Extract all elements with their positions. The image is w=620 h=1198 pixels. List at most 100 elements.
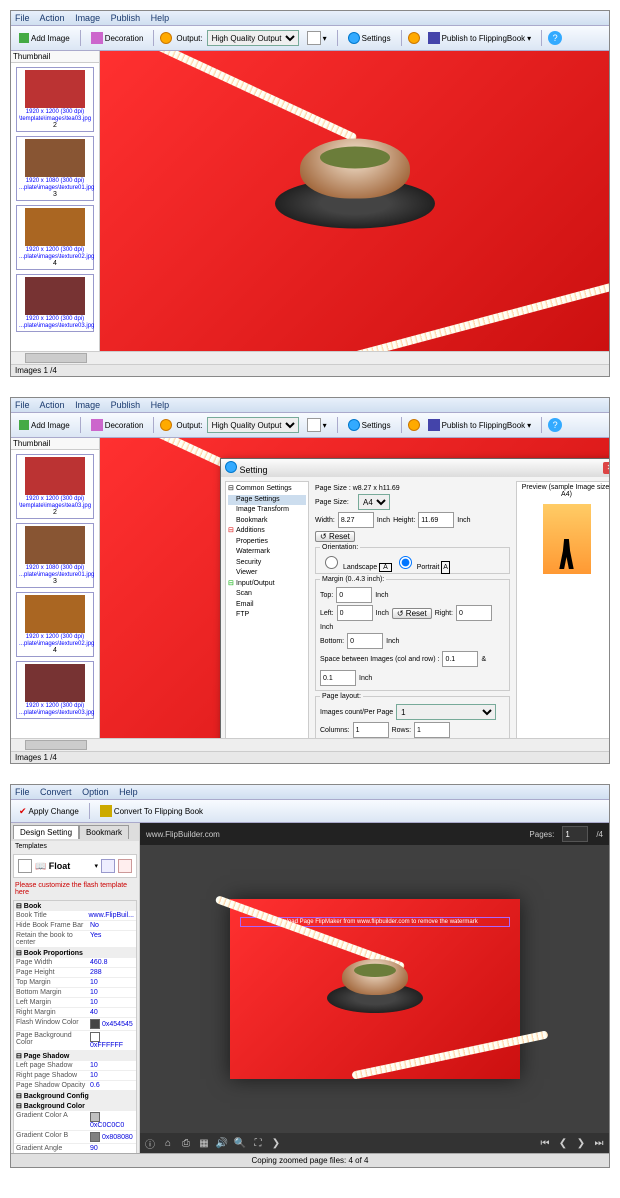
settings-tree[interactable]: ⊟Common Settings Page Settings Image Tra… [225, 481, 309, 738]
zoom-icon[interactable]: 🔍 [234, 1137, 246, 1149]
first-page-icon[interactable]: ⏮ [539, 1137, 551, 1149]
property-row[interactable]: Book Titlewww.FlipBuil... [14, 911, 136, 921]
margin-left-input[interactable] [337, 605, 373, 621]
info-icon[interactable]: ⓘ [144, 1137, 156, 1149]
add-image-button[interactable]: Add Image [15, 31, 74, 45]
help-icon[interactable]: ? [548, 418, 562, 432]
space-col-input[interactable] [442, 651, 478, 667]
width-input[interactable] [338, 512, 374, 528]
menu-action[interactable]: Action [40, 400, 65, 410]
reset-button[interactable]: ↺ Reset [315, 531, 355, 542]
property-value[interactable]: 10 [88, 1061, 136, 1070]
properties-grid[interactable]: ⊟ BookBook Titlewww.FlipBuil...Hide Book… [13, 900, 137, 1153]
menu-help[interactable]: Help [151, 400, 170, 410]
delete-icon[interactable] [118, 859, 132, 873]
sound-icon[interactable]: 🔊 [216, 1137, 228, 1149]
horizontal-scrollbar[interactable] [11, 738, 609, 751]
menu-publish[interactable]: Publish [111, 13, 141, 23]
property-row[interactable]: Page Height288 [14, 968, 136, 978]
thumbnail-item[interactable]: 1920 x 1200 (300 dpi)...plate\images\tex… [16, 661, 94, 719]
share-icon[interactable]: ❯ [270, 1137, 282, 1149]
property-row[interactable]: Bottom Margin10 [14, 988, 136, 998]
menu-publish[interactable]: Publish [111, 400, 141, 410]
thumbnail-item[interactable]: 1920 x 1200 (300 dpi)\template\images\te… [16, 67, 94, 132]
decoration-button[interactable]: Decoration [87, 30, 148, 46]
property-value[interactable]: 0.6 [88, 1081, 136, 1090]
menu-file[interactable]: File [15, 400, 30, 410]
portrait-radio[interactable]: Portrait A [394, 564, 450, 571]
settings-button[interactable]: Settings [344, 417, 395, 433]
reset-button[interactable]: ↺ Reset [392, 608, 432, 619]
property-row[interactable]: Left page Shadow10 [14, 1061, 136, 1071]
menu-image[interactable]: Image [75, 13, 100, 23]
property-row[interactable]: Page Width460.8 [14, 958, 136, 968]
height-input[interactable] [418, 512, 454, 528]
decoration-button[interactable]: Decoration [87, 417, 148, 433]
space-row-input[interactable] [320, 670, 356, 686]
thumbnail-item[interactable]: 1920 x 1080 (300 dpi)...plate\images\tex… [16, 523, 94, 588]
publish-button[interactable]: Publish to FlippingBook ▾ [424, 417, 536, 433]
property-value[interactable]: 288 [88, 968, 136, 977]
property-row[interactable]: Hide Book Frame BarNo [14, 921, 136, 931]
property-value[interactable]: 0x808080 [88, 1131, 136, 1143]
property-group[interactable]: ⊟ Background Config [14, 1091, 136, 1101]
property-group[interactable]: ⊟ Book [14, 901, 136, 911]
menu-file[interactable]: File [15, 13, 30, 23]
book-preview[interactable]: Download Page FlipMaker from www.flipbui… [140, 845, 609, 1133]
property-value[interactable]: No [88, 921, 136, 930]
property-value[interactable]: 0xC0C0C0 [88, 1111, 136, 1130]
thumbnail-item[interactable]: 1920 x 1080 (300 dpi)...plate\images\tex… [16, 136, 94, 201]
property-value[interactable]: 10 [88, 998, 136, 1007]
property-row[interactable]: Page Shadow Opacity0.6 [14, 1081, 136, 1091]
print-icon[interactable]: ⎙ [180, 1137, 192, 1149]
menu-file[interactable]: File [15, 787, 30, 797]
output-color-button[interactable]: ▾ [303, 29, 331, 47]
thumbnail-item[interactable]: 1920 x 1200 (300 dpi)\template\images\te… [16, 454, 94, 519]
template-selector[interactable]: 📖 Float ▾ [13, 854, 137, 878]
property-row[interactable]: Gradient Angle90 [14, 1144, 136, 1153]
menu-help[interactable]: Help [151, 13, 170, 23]
menu-action[interactable]: Action [40, 13, 65, 23]
property-value[interactable]: 40 [88, 1008, 136, 1017]
save-icon[interactable] [101, 859, 115, 873]
images-per-page-select[interactable]: 1 [396, 704, 496, 720]
margin-top-input[interactable] [336, 587, 372, 603]
property-value[interactable]: Yes [88, 931, 136, 947]
property-row[interactable]: Left Margin10 [14, 998, 136, 1008]
output-select[interactable]: High Quality Output [207, 30, 299, 46]
last-page-icon[interactable]: ⏭ [593, 1137, 605, 1149]
thumbnail-item[interactable]: 1920 x 1200 (300 dpi)...plate\images\tex… [16, 274, 94, 332]
property-row[interactable]: Right Margin40 [14, 1008, 136, 1018]
property-value[interactable]: 10 [88, 978, 136, 987]
property-row[interactable]: Gradient Color A0xC0C0C0 [14, 1111, 136, 1131]
close-button[interactable]: ✕ [603, 462, 609, 474]
property-group[interactable]: ⊟ Book Proportions [14, 948, 136, 958]
menu-option[interactable]: Option [82, 787, 109, 797]
property-row[interactable]: Retain the book to centerYes [14, 931, 136, 948]
property-value[interactable]: 0x454545 [88, 1018, 136, 1030]
output-color-button[interactable]: ▾ [303, 416, 331, 434]
landscape-radio[interactable]: Landscape A [320, 564, 392, 571]
property-value[interactable]: www.FlipBuil... [86, 911, 136, 920]
property-value[interactable]: 10 [88, 1071, 136, 1080]
apply-change-button[interactable]: ✔Apply Change [15, 804, 83, 819]
property-row[interactable]: Flash Window Color0x454545 [14, 1018, 136, 1031]
property-value[interactable]: 90 [88, 1144, 136, 1153]
property-value[interactable]: 10 [88, 988, 136, 997]
menu-help[interactable]: Help [119, 787, 138, 797]
margin-right-input[interactable] [456, 605, 492, 621]
thumbnail-item[interactable]: 1920 x 1200 (300 dpi)...plate\images\tex… [16, 592, 94, 657]
tab-design[interactable]: Design Setting [13, 825, 79, 839]
property-row[interactable]: Top Margin10 [14, 978, 136, 988]
thumbnails-icon[interactable]: ▦ [198, 1137, 210, 1149]
property-value[interactable]: 0xFFFFFF [88, 1031, 136, 1050]
settings-button[interactable]: Settings [344, 30, 395, 46]
tab-bookmark[interactable]: Bookmark [79, 825, 129, 839]
fullscreen-icon[interactable]: ⛶ [252, 1137, 264, 1149]
horizontal-scrollbar[interactable] [11, 351, 609, 364]
add-image-button[interactable]: Add Image [15, 418, 74, 432]
rows-input[interactable] [414, 722, 450, 738]
menu-image[interactable]: Image [75, 400, 100, 410]
menu-convert[interactable]: Convert [40, 787, 72, 797]
margin-bottom-input[interactable] [347, 633, 383, 649]
